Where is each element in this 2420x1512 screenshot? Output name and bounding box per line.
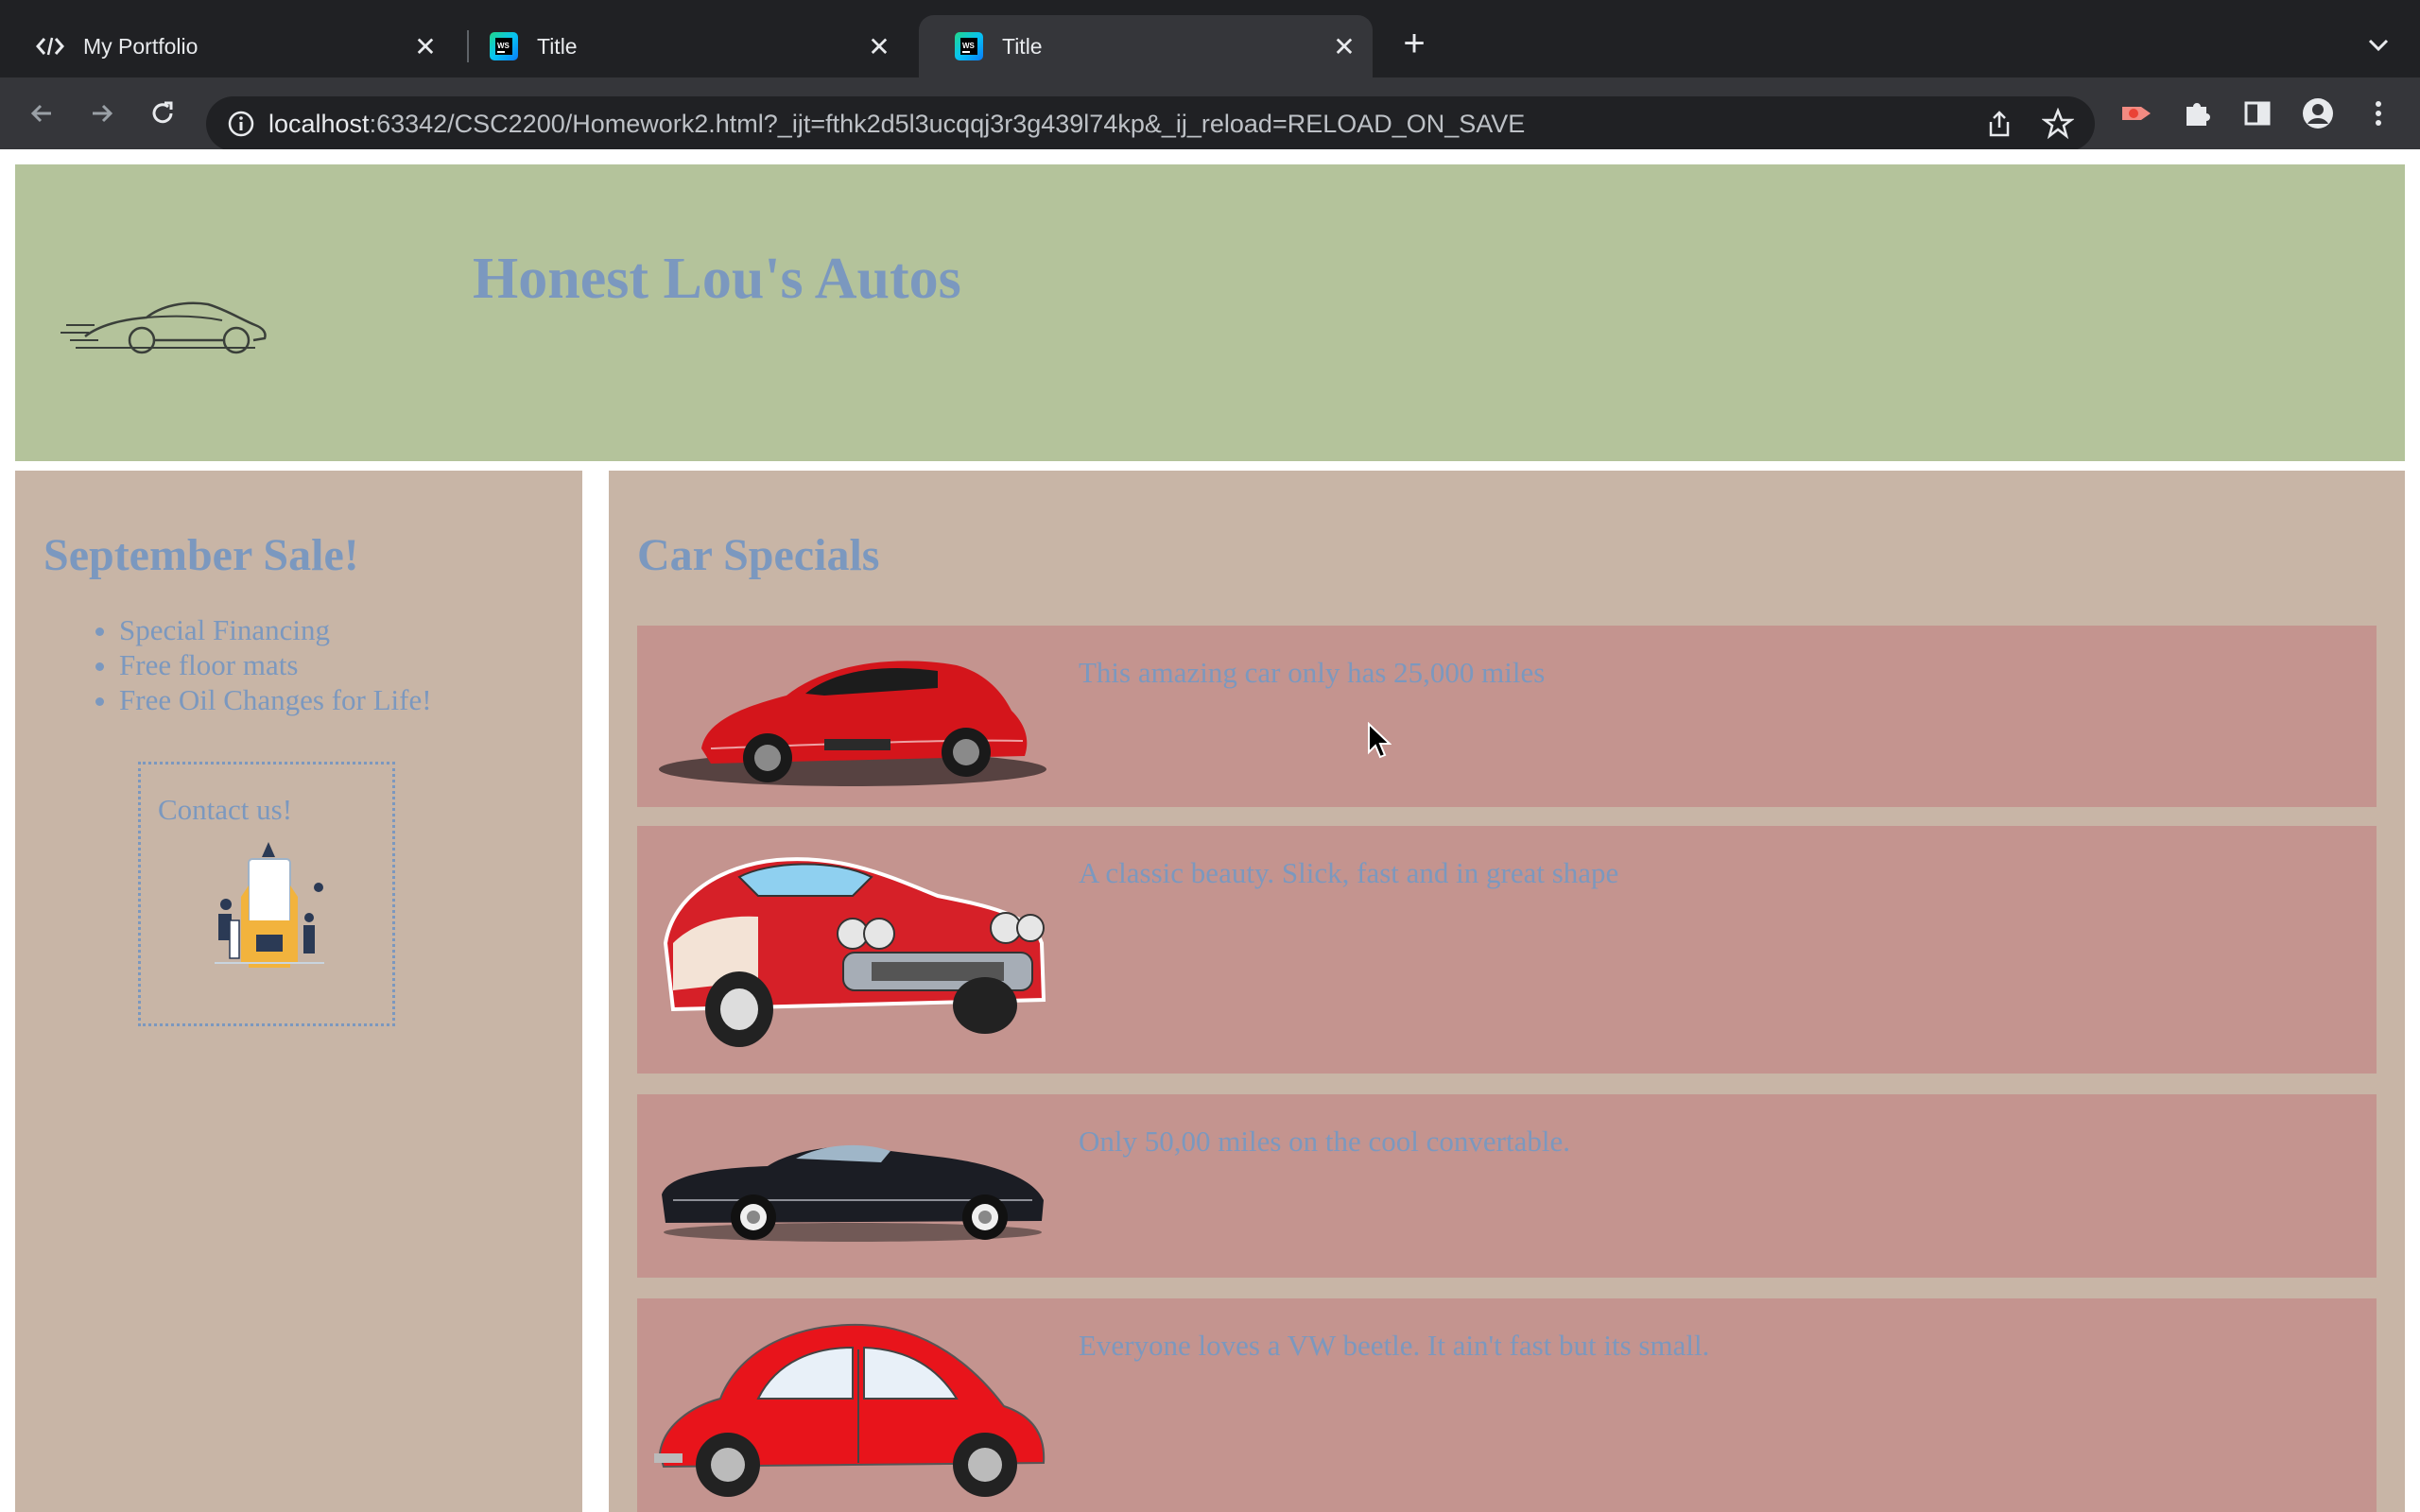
site-title: Honest Lou's Autos	[473, 247, 961, 311]
browser-menu-icon[interactable]	[2356, 91, 2401, 136]
mouse-pointer-icon	[1367, 721, 1392, 760]
red-vw-beetle-icon	[654, 1312, 1051, 1501]
site-header: Honest Lou's Autos	[15, 164, 2405, 461]
special-description: A classic beauty. Slick, fast and in gre…	[1079, 856, 1619, 889]
list-item: Free Oil Changes for Life!	[119, 682, 432, 717]
black-vintage-convertible-icon	[654, 1109, 1051, 1251]
special-card: Only 50,00 miles on the cool convertable…	[637, 1094, 2377, 1278]
tab-strip: My Portfolio ✕ WS Title ✕ WS Title ✕ +	[0, 0, 2420, 77]
tab-search-chevron-icon[interactable]	[2358, 26, 2399, 64]
tab-title: Title	[1002, 33, 1043, 59]
close-tab-icon[interactable]: ✕	[406, 27, 444, 65]
sale-list: Special Financing Free floor mats Free O…	[76, 612, 432, 717]
sports-car-icon	[57, 278, 284, 363]
special-card: A classic beauty. Slick, fast and in gre…	[637, 826, 2377, 1074]
forward-arrow-icon[interactable]	[79, 91, 125, 136]
special-description: Only 50,00 miles on the cool convertable…	[1079, 1125, 1570, 1158]
list-item: Special Financing	[119, 612, 432, 647]
back-arrow-icon[interactable]	[19, 91, 64, 136]
record-extension-icon[interactable]	[2114, 91, 2159, 136]
red-sports-car-icon	[654, 637, 1051, 798]
side-panel-icon[interactable]	[2235, 91, 2280, 136]
tab-title-2-active[interactable]: WS Title ✕	[919, 15, 1373, 77]
new-tab-button[interactable]: +	[1393, 25, 1435, 66]
svg-text:WS: WS	[497, 42, 510, 50]
webstorm-icon: WS	[953, 30, 985, 62]
tab-title: My Portfolio	[83, 33, 199, 59]
svg-text:WS: WS	[962, 42, 976, 50]
contact-illustration-icon	[207, 831, 330, 982]
bookmark-star-icon[interactable]	[2040, 106, 2076, 142]
tab-title: Title	[537, 33, 578, 59]
reload-icon[interactable]	[140, 91, 185, 136]
special-card: This amazing car only has 25,000 miles	[637, 626, 2377, 807]
close-tab-icon[interactable]: ✕	[860, 27, 898, 65]
close-tab-icon[interactable]: ✕	[1325, 27, 1363, 65]
share-icon[interactable]	[1981, 106, 2017, 142]
specials-heading: Car Specials	[637, 530, 880, 580]
special-description: Everyone loves a VW beetle. It ain't fas…	[1079, 1329, 1710, 1362]
contact-box[interactable]: Contact us!	[138, 762, 395, 1026]
site-info-icon[interactable]	[225, 108, 257, 140]
url-text[interactable]: localhost:63342/CSC2200/Homework2.html?_…	[268, 96, 1525, 151]
address-bar[interactable]: localhost:63342/CSC2200/Homework2.html?_…	[206, 96, 2095, 151]
special-description: This amazing car only has 25,000 miles	[1079, 656, 1546, 689]
extensions-puzzle-icon[interactable]	[2174, 91, 2220, 136]
special-card: Everyone loves a VW beetle. It ain't fas…	[637, 1298, 2377, 1512]
list-item: Free floor mats	[119, 647, 432, 682]
page-viewport: Honest Lou's Autos September Sale! Speci…	[0, 149, 2420, 1512]
red-classic-convertible-icon	[654, 839, 1051, 1057]
tab-my-portfolio[interactable]: My Portfolio ✕	[0, 15, 454, 77]
webstorm-icon: WS	[488, 30, 520, 62]
profile-avatar-icon[interactable]	[2295, 91, 2341, 136]
sale-sidebar: September Sale! Special Financing Free f…	[15, 471, 582, 1512]
code-icon	[34, 30, 66, 62]
car-specials-panel: Car Specials This amazing car only has 2…	[609, 471, 2405, 1512]
sale-heading: September Sale!	[43, 530, 359, 580]
contact-label: Contact us!	[158, 793, 293, 826]
tab-title-1[interactable]: WS Title ✕	[454, 15, 908, 77]
